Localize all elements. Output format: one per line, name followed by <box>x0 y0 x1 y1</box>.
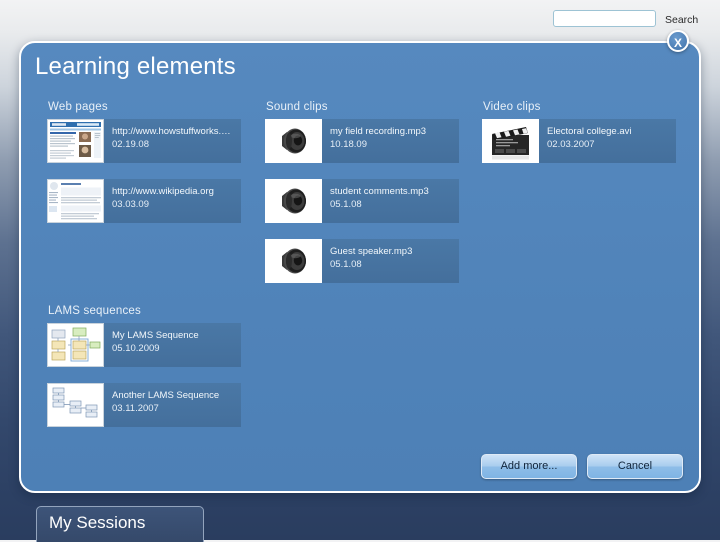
list-item-name: http://www.howstuffworks.com <box>112 126 235 137</box>
list-item-text: http://www.wikipedia.org 03.03.09 <box>104 179 241 223</box>
list-item-date: 02.19.08 <box>112 139 149 150</box>
list-item[interactable]: Another LAMS Sequence 03.11.2007 <box>47 383 241 427</box>
list-item-name: my field recording.mp3 <box>330 126 427 137</box>
my-sessions-tab[interactable]: My Sessions <box>36 506 204 542</box>
search-input[interactable] <box>553 10 656 27</box>
list-item[interactable]: student comments.mp3 05.1.08 <box>265 179 459 223</box>
list-item-date: 03.11.2007 <box>112 403 159 414</box>
list-item-text: Electoral college.avi 02.03.2007 <box>539 119 676 163</box>
add-more-button[interactable]: Add more... <box>481 454 577 479</box>
search-label: Search <box>665 14 699 26</box>
list-item-text: My LAMS Sequence 05.10.2009 <box>104 323 241 367</box>
section-title-video-clips: Video clips <box>483 101 541 113</box>
clapperboard-icon <box>482 119 539 163</box>
list-item-name: Another LAMS Sequence <box>112 390 220 401</box>
list-item[interactable]: my field recording.mp3 10.18.09 <box>265 119 459 163</box>
top-search-bar: Search <box>0 0 720 36</box>
list-item-date: 02.03.2007 <box>547 139 595 150</box>
list-item-date: 03.03.09 <box>112 199 149 210</box>
close-icon[interactable]: X <box>667 30 689 52</box>
webpage-thumbnail-icon <box>47 179 104 223</box>
list-item-text: Another LAMS Sequence 03.11.2007 <box>104 383 241 427</box>
flowchart-thumbnail-icon <box>47 323 104 367</box>
list-item[interactable]: http://www.wikipedia.org 03.03.09 <box>47 179 241 223</box>
speaker-icon <box>265 119 322 163</box>
section-lams-sequences: LAMS sequences My LAMS Sequence 05.10.20… <box>47 305 242 443</box>
list-item-date: 05.1.08 <box>330 199 362 210</box>
speaker-icon <box>265 239 322 283</box>
section-web-pages: Web pages http://www.howstuffworks.com 0… <box>47 101 242 239</box>
list-item-date: 05.1.08 <box>330 259 362 270</box>
page-title: Learning elements <box>35 53 236 80</box>
list-item-text: my field recording.mp3 10.18.09 <box>322 119 459 163</box>
list-item-name: Electoral college.avi <box>547 126 632 137</box>
section-sound-clips: Sound clips my field recording.mp3 10.18… <box>265 101 460 299</box>
list-item-text: Guest speaker.mp3 05.1.08 <box>322 239 459 283</box>
list-item-date: 10.18.09 <box>330 139 367 150</box>
cancel-button[interactable]: Cancel <box>587 454 683 479</box>
list-item-date: 05.10.2009 <box>112 343 160 354</box>
dialog-footer: Add more... Cancel <box>481 454 683 479</box>
learning-elements-dialog: Learning elements X Web pages http://www… <box>19 30 701 493</box>
section-title-web-pages: Web pages <box>48 101 108 113</box>
section-title-sound-clips: Sound clips <box>266 101 328 113</box>
list-item[interactable]: http://www.howstuffworks.com 02.19.08 <box>47 119 241 163</box>
list-item-text: student comments.mp3 05.1.08 <box>322 179 459 223</box>
section-video-clips: Video clips Electoral college.avi 02.03.… <box>482 101 677 179</box>
list-item-name: student comments.mp3 <box>330 186 429 197</box>
list-item[interactable]: Guest speaker.mp3 05.1.08 <box>265 239 459 283</box>
list-item-name: http://www.wikipedia.org <box>112 186 214 197</box>
dialog-content: Web pages http://www.howstuffworks.com 0… <box>21 101 699 491</box>
list-item-text: http://www.howstuffworks.com 02.19.08 <box>104 119 241 163</box>
webpage-thumbnail-icon <box>47 119 104 163</box>
list-item[interactable]: Electoral college.avi 02.03.2007 <box>482 119 676 163</box>
list-item-name: My LAMS Sequence <box>112 330 199 341</box>
list-item-name: Guest speaker.mp3 <box>330 246 413 257</box>
list-item[interactable]: My LAMS Sequence 05.10.2009 <box>47 323 241 367</box>
flowchart-thumbnail-icon <box>47 383 104 427</box>
section-title-lams-sequences: LAMS sequences <box>48 305 141 317</box>
speaker-icon <box>265 179 322 223</box>
